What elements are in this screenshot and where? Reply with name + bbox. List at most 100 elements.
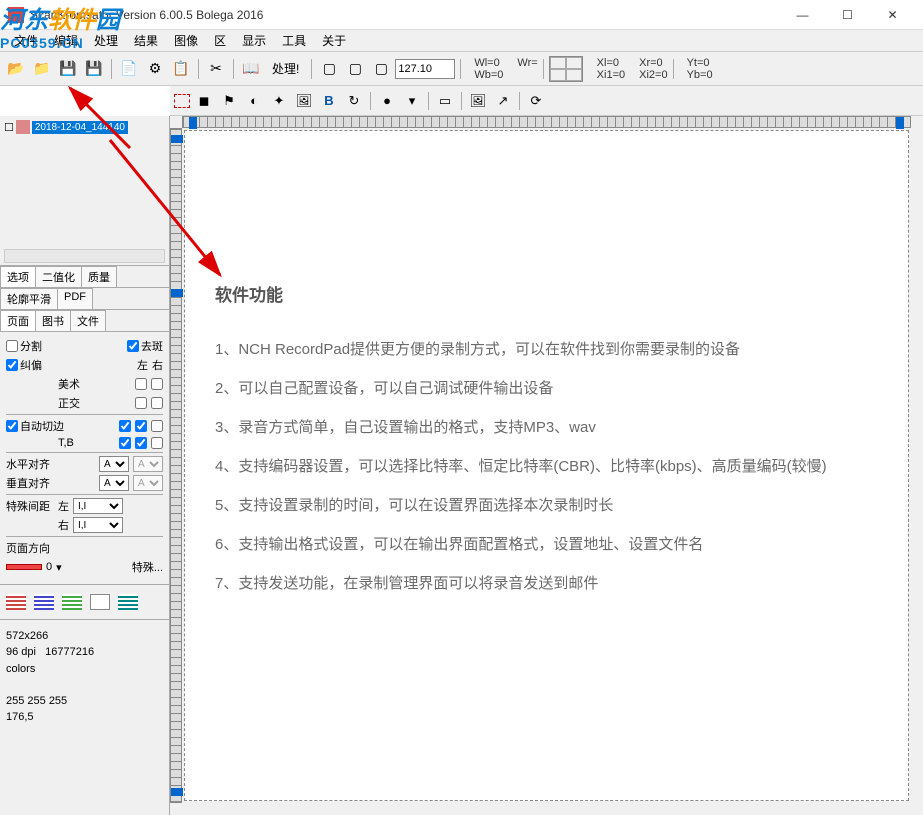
despeckle-checkbox[interactable]: 去斑 [127,338,163,354]
ruler-mark-v3[interactable] [171,788,183,796]
tab-quality[interactable]: 质量 [81,266,117,287]
titlebar: ScanKromsator Version 6.00.5 Bolega 2016… [0,0,923,30]
contrast-icon[interactable]: ◐ [243,90,265,112]
tab-binarize[interactable]: 二值化 [35,266,82,287]
pagedir-bar [6,564,42,570]
pagedir-dropdown-icon[interactable]: ▾ [56,561,62,574]
ruler-mark-h2[interactable] [896,117,904,129]
checkbox-icon[interactable]: ☐ [4,121,14,134]
select-icon[interactable] [174,94,190,108]
thumb-scrollbar[interactable] [4,249,165,263]
autocut-cb1[interactable] [119,420,131,432]
info-wb: Wb=0 [474,69,503,81]
open-folder-icon[interactable]: 📂 [4,57,28,81]
split-checkbox[interactable]: 分割 [6,338,42,354]
view-mode-5[interactable] [118,594,138,610]
halign-select-1[interactable]: A [99,456,129,472]
autocut-cb3[interactable] [151,420,163,432]
view-mode-2[interactable] [34,594,54,610]
tabs-row-2: 轮廓平滑 PDF [0,288,169,310]
doc-line: 1、NCH RecordPad提供更方便的录制方式，可以在软件找到你需要录制的设… [215,330,878,369]
menu-process[interactable]: 处理 [86,30,126,51]
maximize-button[interactable]: ☐ [825,1,870,29]
tb-cb3[interactable] [151,437,163,449]
bold-icon[interactable]: B [318,90,340,112]
doc-line: 5、支持设置录制的时间，可以在设置界面选择本次录制时长 [215,486,878,525]
book-icon[interactable]: 📖 [239,57,263,81]
view-mode-4[interactable] [90,594,110,610]
info-xr: Xr=0 [639,57,667,69]
ruler-horizontal[interactable] [182,116,911,128]
menu-file[interactable]: 文件 [6,30,46,51]
valign-select-1[interactable]: A [99,475,129,491]
menu-image[interactable]: 图像 [166,30,206,51]
tab-page[interactable]: 页面 [0,310,36,331]
tab-options[interactable]: 选项 [0,266,36,287]
close-button[interactable]: ✕ [870,1,915,29]
menu-view[interactable]: 显示 [234,30,274,51]
arrow-icon[interactable]: ↗ [492,90,514,112]
page-icon[interactable]: 📄 [117,57,141,81]
save-icon[interactable]: 💾 [56,57,80,81]
view-mode-3[interactable] [62,594,82,610]
wand-icon[interactable]: ✦ [268,90,290,112]
ruler-mark-h1[interactable] [189,117,197,129]
art-left-checkbox[interactable] [135,378,147,390]
minimize-button[interactable]: — [780,1,825,29]
gear-icon[interactable]: ⚙ [143,57,167,81]
ruler-mark-v1[interactable] [171,135,183,143]
gap-left-label: 左 [58,498,69,514]
gap-right-select[interactable]: I,I [73,517,123,533]
ortho-right-checkbox[interactable] [151,397,163,409]
menubar: 文件 编辑 处理 结果 图像 区 显示 工具 关于 [0,30,923,52]
document-canvas[interactable]: 软件功能 1、NCH RecordPad提供更方便的录制方式，可以在软件找到你需… [184,130,909,801]
special-link[interactable]: 特殊... [132,559,163,575]
fill-icon[interactable]: ◼ [193,90,215,112]
doc3-icon[interactable]: ▢ [369,57,393,81]
art-right-checkbox[interactable] [151,378,163,390]
doc-line: 6、支持输出格式设置，可以在输出界面配置格式，设置地址、设置文件名 [215,525,878,564]
halign-select-2[interactable]: A [133,456,163,472]
flag-icon[interactable]: ⚑ [218,90,240,112]
deskew-checkbox[interactable]: 纠偏 [6,357,42,373]
process-button[interactable]: 处理! [265,57,306,80]
tb-cb2[interactable] [135,437,147,449]
circle-icon[interactable]: ● [376,90,398,112]
open-file-icon[interactable]: 📁 [30,57,54,81]
image-icon[interactable]: 🖼 [467,90,489,112]
thumbnail-item[interactable]: ☐ 2018-12-04_144140 [4,120,165,134]
autocut-checkbox[interactable]: 自动切边 [6,418,64,434]
tb-cb1[interactable] [119,437,131,449]
tab-file[interactable]: 文件 [70,310,106,331]
menu-result[interactable]: 结果 [126,30,166,51]
cut-icon[interactable]: ✂ [204,57,228,81]
gap-right-label: 右 [58,517,69,533]
pagedir-value: 0 [46,561,52,573]
art-label: 美术 [58,376,80,392]
ruler-vertical[interactable] [170,128,182,803]
dashed-rect-icon[interactable]: ▭ [434,90,456,112]
grid-selector[interactable] [549,56,583,82]
gap-left-select[interactable]: I,I [73,498,123,514]
tab-smooth[interactable]: 轮廓平滑 [0,288,58,309]
zoom-combo[interactable] [395,59,455,79]
list-icon[interactable]: 📋 [169,57,193,81]
doc1-icon[interactable]: ▢ [317,57,341,81]
tab-book[interactable]: 图书 [35,310,71,331]
dropdown-icon[interactable]: ▾ [401,90,423,112]
rotate-icon[interactable]: ↻ [343,90,365,112]
autocut-cb2[interactable] [135,420,147,432]
valign-select-2[interactable]: A [133,475,163,491]
refresh-icon[interactable]: ⟳ [525,90,547,112]
ruler-mark-v2[interactable] [171,289,183,297]
view-mode-1[interactable] [6,594,26,610]
picture-icon[interactable]: 🖼 [293,90,315,112]
save-as-icon[interactable]: 💾 [82,57,106,81]
doc2-icon[interactable]: ▢ [343,57,367,81]
menu-about[interactable]: 关于 [314,30,354,51]
ortho-left-checkbox[interactable] [135,397,147,409]
menu-tools[interactable]: 工具 [274,30,314,51]
tab-pdf[interactable]: PDF [57,288,93,309]
menu-zone[interactable]: 区 [206,30,234,51]
menu-edit[interactable]: 编辑 [46,30,86,51]
